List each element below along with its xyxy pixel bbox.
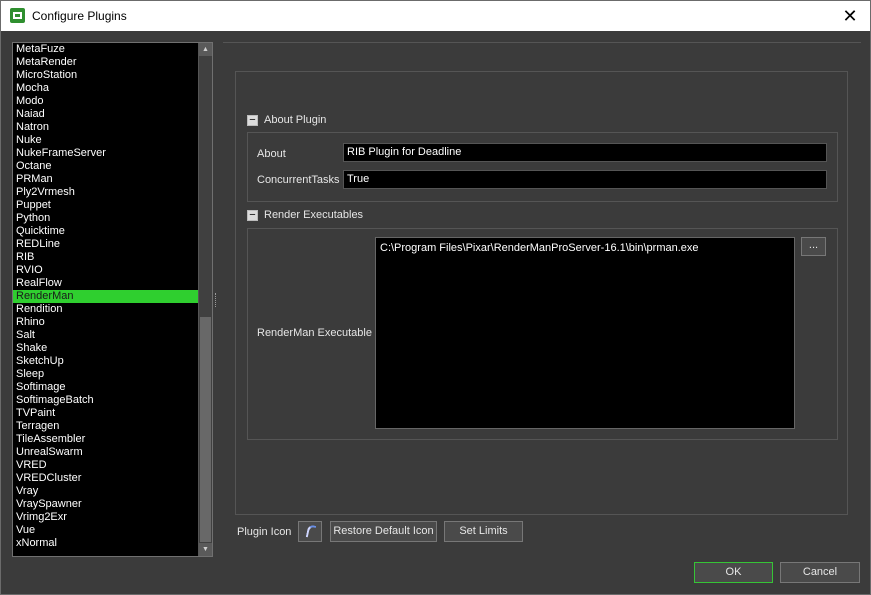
plugin-list[interactable]: MetaFuze MetaRender MicroStation Mocha Modo N…: [12, 42, 213, 557]
plugin-list-item[interactable]: Rhino: [13, 316, 198, 329]
app-icon: [10, 8, 25, 23]
plugin-items: MetaFuze MetaRender MicroStation Mocha Modo N…: [13, 43, 198, 550]
renderman-quill-icon: [305, 524, 317, 539]
about-field[interactable]: RIB Plugin for Deadline: [343, 143, 827, 162]
ok-button[interactable]: OK: [694, 562, 773, 583]
plugin-list-item[interactable]: Modo: [13, 95, 198, 108]
plugin-icon-label: Plugin Icon: [237, 526, 292, 538]
plugin-list-item[interactable]: RenderMan: [13, 290, 198, 303]
window-title: Configure Plugins: [32, 9, 127, 23]
cancel-button[interactable]: Cancel: [780, 562, 860, 583]
plugin-list-item[interactable]: Sleep: [13, 368, 198, 381]
concurrent-tasks-field[interactable]: True: [343, 170, 827, 189]
plugin-list-item[interactable]: Mocha: [13, 82, 198, 95]
render-section-title: Render Executables: [264, 209, 364, 221]
splitter-handle[interactable]: [215, 293, 217, 307]
plugin-list-item[interactable]: Rendition: [13, 303, 198, 316]
plugin-list-item[interactable]: xNormal: [13, 537, 198, 550]
scrollbar-thumb[interactable]: [200, 317, 211, 542]
plugin-list-item[interactable]: VRED: [13, 459, 198, 472]
plugin-list-item[interactable]: RealFlow: [13, 277, 198, 290]
plugin-list-item[interactable]: Shake: [13, 342, 198, 355]
plugin-list-item[interactable]: REDLine: [13, 238, 198, 251]
plugin-list-item[interactable]: Salt: [13, 329, 198, 342]
plugin-list-item[interactable]: Vray: [13, 485, 198, 498]
render-executables-group: RenderMan Executable C:\Program Files\Pi…: [247, 228, 838, 440]
plugin-list-item[interactable]: PRMan: [13, 173, 198, 186]
plugin-list-item[interactable]: Nuke: [13, 134, 198, 147]
restore-default-icon-button[interactable]: Restore Default Icon: [330, 521, 437, 542]
plugin-list-item[interactable]: Natron: [13, 121, 198, 134]
render-section-header[interactable]: − Render Executables: [247, 208, 363, 222]
plugin-list-item[interactable]: TVPaint: [13, 407, 198, 420]
settings-panel: − About Plugin About RIB Plugin for Dead…: [235, 71, 848, 515]
plugin-list-item[interactable]: Vrimg2Exr: [13, 511, 198, 524]
plugin-icon-button[interactable]: [298, 521, 322, 542]
plugin-list-item[interactable]: MetaFuze: [13, 43, 198, 56]
plugin-list-item[interactable]: VraySpawner: [13, 498, 198, 511]
panel-divider: [223, 42, 861, 44]
plugin-list-item[interactable]: UnrealSwarm: [13, 446, 198, 459]
plugin-list-item[interactable]: Vue: [13, 524, 198, 537]
plugin-list-item[interactable]: Terragen: [13, 420, 198, 433]
plugin-list-item[interactable]: Naiad: [13, 108, 198, 121]
about-section-header[interactable]: − About Plugin: [247, 113, 326, 127]
plugin-list-item[interactable]: Ply2Vrmesh: [13, 186, 198, 199]
concurrent-tasks-label: ConcurrentTasks: [257, 174, 340, 186]
plugin-list-item[interactable]: MetaRender: [13, 56, 198, 69]
plugin-list-scrollbar[interactable]: ▲ ▼: [198, 43, 212, 556]
renderman-executable-field[interactable]: C:\Program Files\Pixar\RenderManProServe…: [375, 237, 795, 429]
about-label: About: [257, 148, 286, 160]
collapse-icon[interactable]: −: [247, 114, 258, 126]
plugin-list-item[interactable]: NukeFrameServer: [13, 147, 198, 160]
plugin-list-item[interactable]: Python: [13, 212, 198, 225]
plugin-list-item[interactable]: MicroStation: [13, 69, 198, 82]
plugin-list-item[interactable]: Quicktime: [13, 225, 198, 238]
set-limits-button[interactable]: Set Limits: [444, 521, 523, 542]
plugin-list-item[interactable]: SoftimageBatch: [13, 394, 198, 407]
renderman-executable-label: RenderMan Executable: [257, 327, 372, 339]
browse-button[interactable]: ...: [801, 237, 826, 256]
plugin-list-item[interactable]: Softimage: [13, 381, 198, 394]
plugin-list-item[interactable]: Puppet: [13, 199, 198, 212]
close-icon[interactable]: ✕: [838, 4, 862, 28]
scroll-down-icon[interactable]: ▼: [199, 543, 212, 556]
plugin-list-item[interactable]: RVIO: [13, 264, 198, 277]
collapse-icon[interactable]: −: [247, 209, 258, 221]
plugin-list-item[interactable]: RIB: [13, 251, 198, 264]
about-section-title: About Plugin: [264, 114, 327, 126]
dialog-body: MetaFuze MetaRender MicroStation Mocha Modo N…: [0, 31, 871, 595]
plugin-list-item[interactable]: VREDCluster: [13, 472, 198, 485]
about-group: About RIB Plugin for Deadline Concurrent…: [247, 132, 838, 202]
title-bar: Configure Plugins ✕: [0, 0, 871, 31]
plugin-list-item[interactable]: SketchUp: [13, 355, 198, 368]
scroll-up-icon[interactable]: ▲: [199, 43, 212, 56]
plugin-list-item[interactable]: TileAssembler: [13, 433, 198, 446]
plugin-list-item[interactable]: Octane: [13, 160, 198, 173]
